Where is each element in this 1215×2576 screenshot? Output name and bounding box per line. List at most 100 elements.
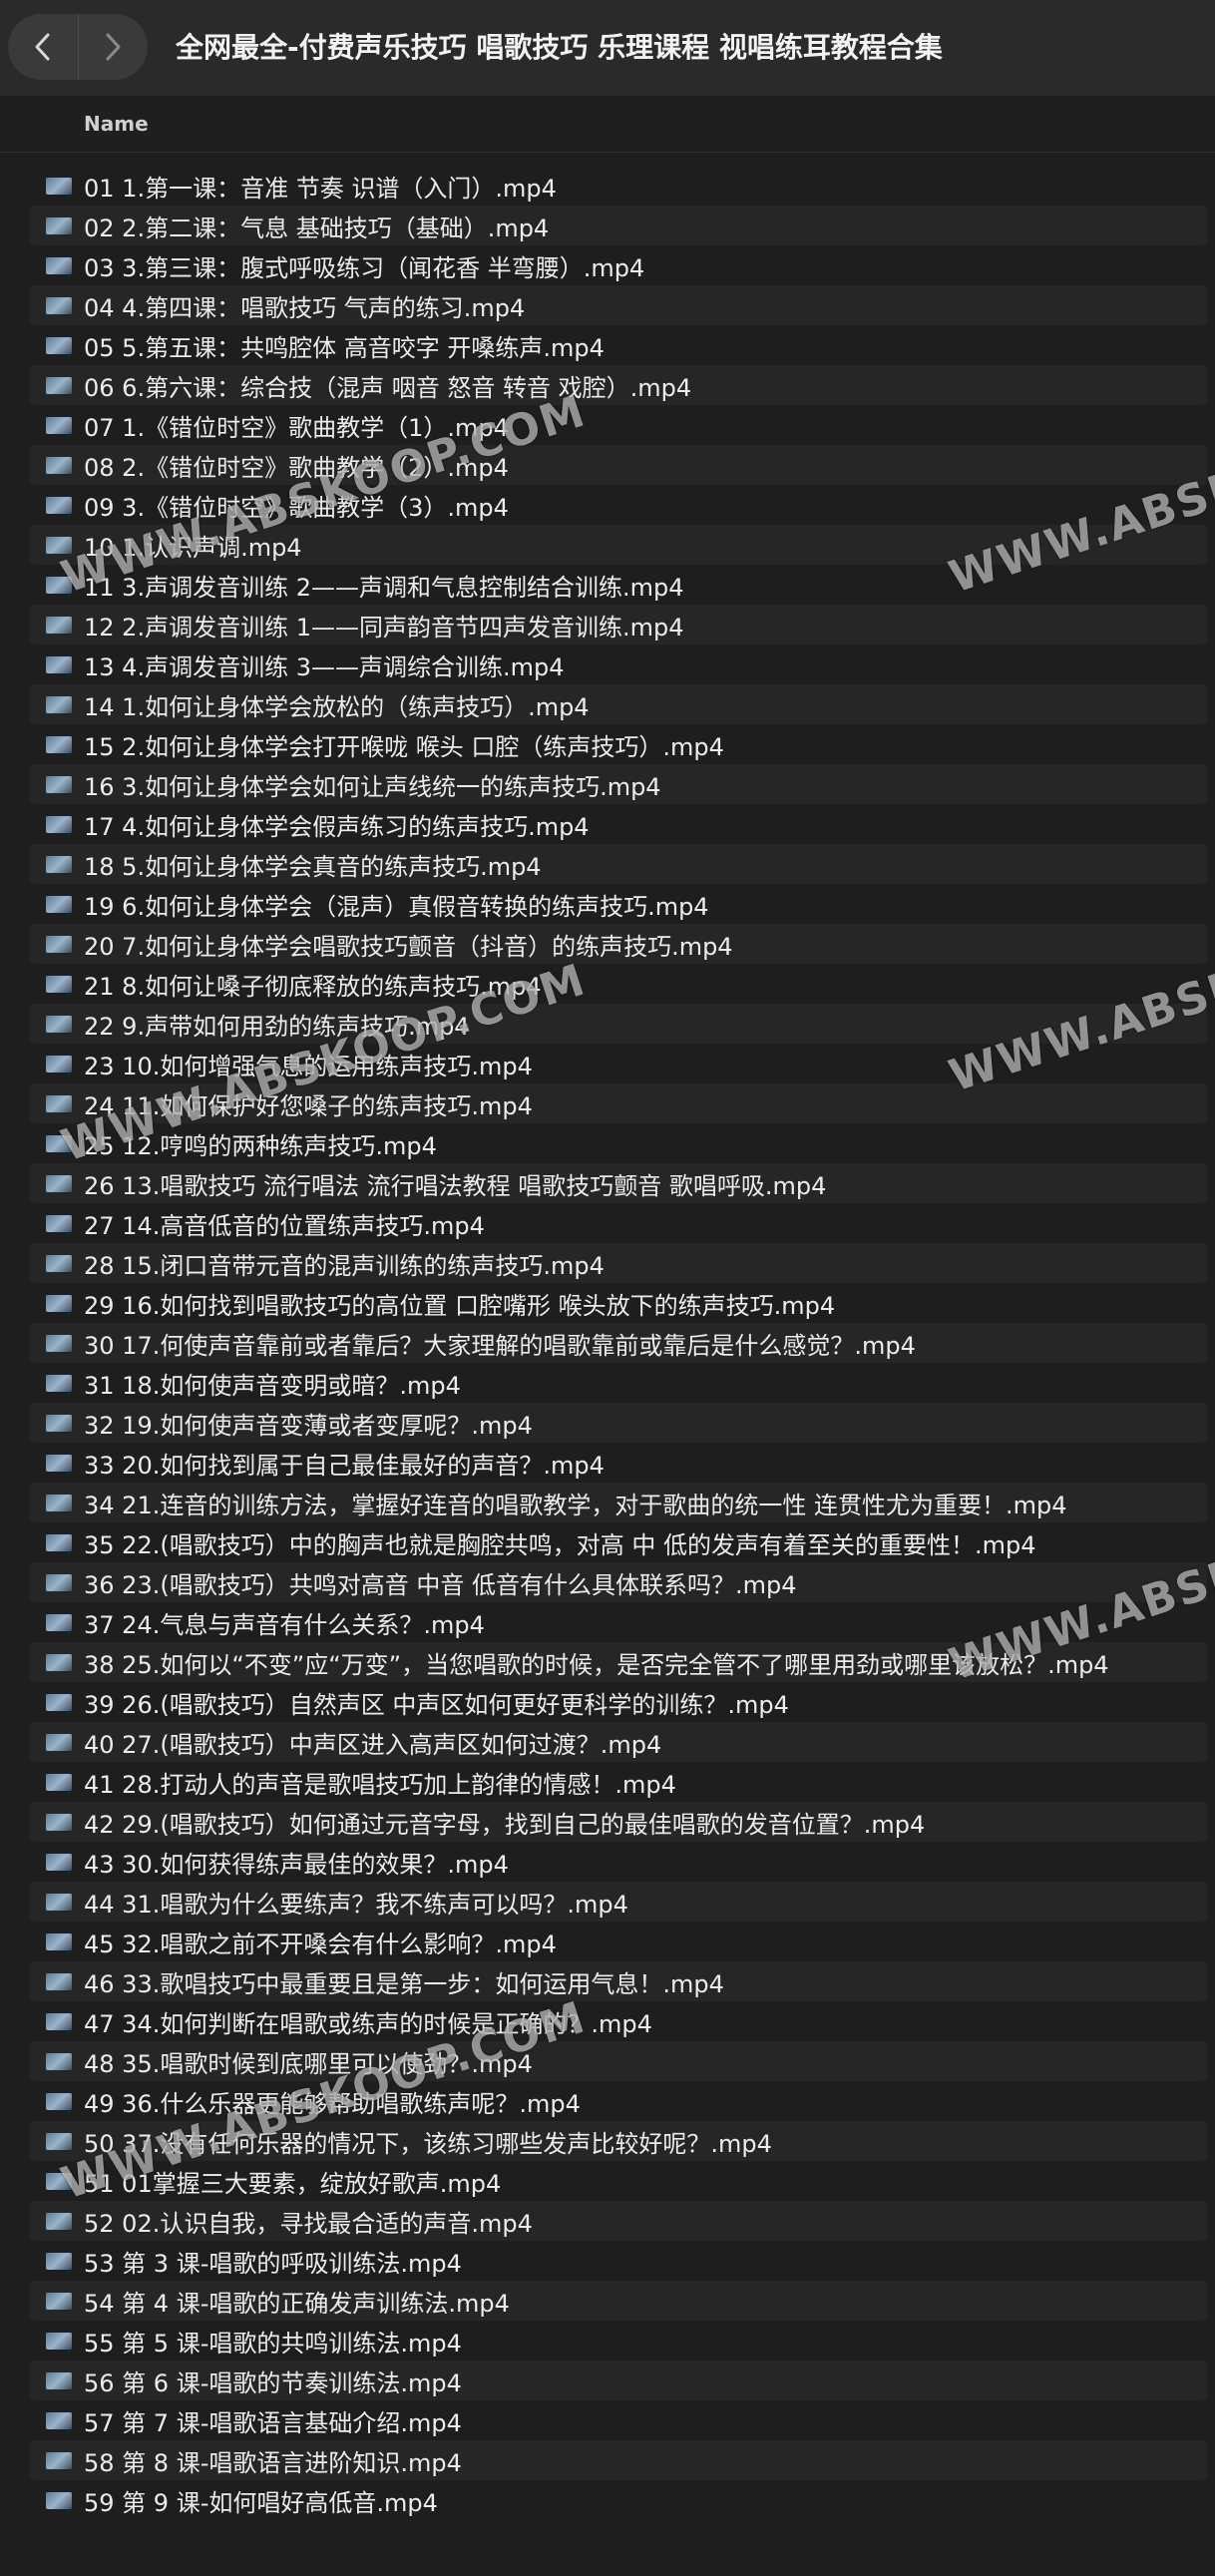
file-row[interactable]: 31 18.如何使声音变明或暗？.mp4 [30,1363,1207,1403]
video-thumbnail-icon [46,177,72,195]
video-thumbnail-icon [46,2332,72,2350]
file-name: 35 22.(唱歌技巧）中的胸声也就是胸腔共鸣，对高 中 低的发声有着至关的重要… [84,1530,1036,1559]
file-row[interactable]: 36 23.(唱歌技巧）共鸣对高音 中音 低音有什么具体联系吗？.mp4 [30,1562,1207,1602]
file-row[interactable]: 26 13.唱歌技巧 流行唱法 流行唱法教程 唱歌技巧颤音 歌唱呼吸.mp4 [30,1163,1207,1203]
video-thumbnail-icon [46,2491,72,2509]
file-name: 44 31.唱歌为什么要练声？我不练声可以吗？.mp4 [84,1890,628,1919]
file-row[interactable]: 21 8.如何让嗓子彻底释放的练声技巧.mp4 [30,964,1207,1004]
file-name: 58 第 8 课-唱歌语言进阶知识.mp4 [84,2448,462,2477]
file-row[interactable]: 06 6.第六课：综合技（混声 咽音 怒音 转音 戏腔）.mp4 [30,365,1207,405]
file-row[interactable]: 16 3.如何让身体学会如何让声线统一的练声技巧.mp4 [30,764,1207,804]
file-row[interactable]: 02 2.第二课：气息 基础技巧（基础）.mp4 [30,206,1207,245]
file-row[interactable]: 29 16.如何找到唱歌技巧的高位置 口腔嘴形 喉头放下的练声技巧.mp4 [30,1283,1207,1323]
file-row[interactable]: 56 第 6 课-唱歌的节奏训练法.mp4 [30,2361,1207,2400]
video-thumbnail-icon [46,2292,72,2310]
chevron-left-icon [35,33,50,61]
video-thumbnail-icon [46,975,72,993]
file-row[interactable]: 57 第 7 课-唱歌语言基础介绍.mp4 [30,2400,1207,2440]
video-thumbnail-icon [46,456,72,474]
file-row[interactable]: 45 32.唱歌之前不开嗓会有什么影响？.mp4 [30,1922,1207,1961]
file-row[interactable]: 19 6.如何让身体学会（混声）真假音转换的练声技巧.mp4 [30,884,1207,924]
file-name: 27 14.高音低音的位置练声技巧.mp4 [84,1211,485,1240]
file-name: 17 4.如何让身体学会假声练习的练声技巧.mp4 [84,812,590,841]
file-row[interactable]: 01 1.第一课：音准 节奏 识谱（入门）.mp4 [30,166,1207,206]
chevron-right-icon [106,33,121,61]
file-row[interactable]: 53 第 3 课-唱歌的呼吸训练法.mp4 [30,2241,1207,2281]
toolbar: 全网最全-付费声乐技巧 唱歌技巧 乐理课程 视唱练耳教程合集 [0,0,1215,96]
file-row[interactable]: 32 19.如何使声音变薄或者变厚呢？.mp4 [30,1403,1207,1443]
file-name: 34 21.连音的训练方法，掌握好连音的唱歌教学，对于歌曲的统一性 连贯性尤为重… [84,1491,1067,1519]
file-row[interactable]: 08 2.《错位时空》歌曲教学（2）.mp4 [30,445,1207,485]
file-name: 30 17.何使声音靠前或者靠后？大家理解的唱歌靠前或靠后是什么感觉？.mp4 [84,1331,916,1360]
file-name: 29 16.如何找到唱歌技巧的高位置 口腔嘴形 喉头放下的练声技巧.mp4 [84,1291,836,1320]
file-row[interactable]: 14 1.如何让身体学会放松的（练声技巧）.mp4 [30,684,1207,724]
file-row[interactable]: 05 5.第五课：共鸣腔体 高音咬字 开嗓练声.mp4 [30,325,1207,365]
file-row[interactable]: 25 12.哼鸣的两种练声技巧.mp4 [30,1123,1207,1163]
file-row[interactable]: 17 4.如何让身体学会假声练习的练声技巧.mp4 [30,804,1207,844]
file-row[interactable]: 34 21.连音的训练方法，掌握好连音的唱歌教学，对于歌曲的统一性 连贯性尤为重… [30,1483,1207,1522]
file-row[interactable]: 03 3.第三课：腹式呼吸练习（闻花香 半弯腰）.mp4 [30,245,1207,285]
file-row[interactable]: 39 26.(唱歌技巧）自然声区 中声区如何更好更科学的训练？.mp4 [30,1682,1207,1722]
video-thumbnail-icon [46,1653,72,1671]
video-thumbnail-icon [46,815,72,833]
video-thumbnail-icon [46,1932,72,1950]
file-row[interactable]: 18 5.如何让身体学会真音的练声技巧.mp4 [30,844,1207,884]
file-name: 31 18.如何使声音变明或暗？.mp4 [84,1371,461,1400]
file-row[interactable]: 52 02.认识自我，寻找最合适的声音.mp4 [30,2201,1207,2241]
file-name: 40 27.(唱歌技巧）中声区进入高声区如何过渡？.mp4 [84,1730,662,1759]
file-name: 42 29.(唱歌技巧）如何通过元音字母，找到自己的最佳唱歌的发音位置？.mp4 [84,1810,926,1839]
video-thumbnail-icon [46,1374,72,1392]
file-row[interactable]: 46 33.歌唱技巧中最重要且是第一步：如何运用气息！.mp4 [30,1961,1207,2001]
video-thumbnail-icon [46,895,72,913]
file-row[interactable]: 12 2.声调发音训练 1——同声韵音节四声发音训练.mp4 [30,605,1207,644]
file-row[interactable]: 27 14.高音低音的位置练声技巧.mp4 [30,1203,1207,1243]
video-thumbnail-icon [46,935,72,953]
video-thumbnail-icon [46,616,72,634]
name-column-header[interactable]: Name [84,112,149,136]
video-thumbnail-icon [46,1015,72,1033]
video-thumbnail-icon [46,2092,72,2110]
file-name: 12 2.声调发音训练 1——同声韵音节四声发音训练.mp4 [84,613,684,642]
file-row[interactable]: 15 2.如何让身体学会打开喉咙 喉头 口腔（练声技巧）.mp4 [30,724,1207,764]
file-row[interactable]: 40 27.(唱歌技巧）中声区进入高声区如何过渡？.mp4 [30,1722,1207,1762]
video-thumbnail-icon [46,2212,72,2230]
file-row[interactable]: 59 第 9 课-如何唱好高低音.mp4 [30,2480,1207,2520]
video-thumbnail-icon [46,1613,72,1631]
file-row[interactable]: 42 29.(唱歌技巧）如何通过元音字母，找到自己的最佳唱歌的发音位置？.mp4 [30,1802,1207,1842]
video-thumbnail-icon [46,496,72,514]
column-header[interactable]: Name [0,96,1215,153]
forward-button[interactable] [77,14,149,80]
file-row[interactable]: 07 1.《错位时空》歌曲教学（1）.mp4 [30,405,1207,445]
video-thumbnail-icon [46,376,72,394]
file-row[interactable]: 55 第 5 课-唱歌的共鸣训练法.mp4 [30,2321,1207,2361]
file-row[interactable]: 48 35.唱歌时候到底哪里可以使劲？.mp4 [30,2041,1207,2081]
file-name: 32 19.如何使声音变薄或者变厚呢？.mp4 [84,1411,533,1440]
file-row[interactable]: 41 28.打动人的声音是歌唱技巧加上韵律的情感！.mp4 [30,1762,1207,1802]
file-name: 37 24.气息与声音有什么关系？.mp4 [84,1610,485,1639]
video-thumbnail-icon [46,2451,72,2469]
file-row[interactable]: 20 7.如何让身体学会唱歌技巧颤音（抖音）的练声技巧.mp4 [30,924,1207,964]
file-name: 20 7.如何让身体学会唱歌技巧颤音（抖音）的练声技巧.mp4 [84,932,733,961]
video-thumbnail-icon [46,695,72,713]
file-name: 39 26.(唱歌技巧）自然声区 中声区如何更好更科学的训练？.mp4 [84,1690,789,1719]
file-row[interactable]: 44 31.唱歌为什么要练声？我不练声可以吗？.mp4 [30,1882,1207,1922]
file-name: 03 3.第三课：腹式呼吸练习（闻花香 半弯腰）.mp4 [84,253,645,282]
video-thumbnail-icon [46,2012,72,2030]
video-thumbnail-icon [46,855,72,873]
file-row[interactable]: 43 30.如何获得练声最佳的效果？.mp4 [30,1842,1207,1882]
file-row[interactable]: 28 15.闭口音带元音的混声训练的练声技巧.mp4 [30,1243,1207,1283]
file-row[interactable]: 13 4.声调发音训练 3——声调综合训练.mp4 [30,644,1207,684]
file-name: 45 32.唱歌之前不开嗓会有什么影响？.mp4 [84,1930,557,1958]
file-row[interactable]: 54 第 4 课-唱歌的正确发声训练法.mp4 [30,2281,1207,2321]
file-row[interactable]: 51 01掌握三大要素，绽放好歌声.mp4 [30,2161,1207,2201]
file-name: 36 23.(唱歌技巧）共鸣对高音 中音 低音有什么具体联系吗？.mp4 [84,1570,797,1599]
video-thumbnail-icon [46,735,72,753]
video-thumbnail-icon [46,2371,72,2389]
file-row[interactable]: 30 17.何使声音靠前或者靠后？大家理解的唱歌靠前或靠后是什么感觉？.mp4 [30,1323,1207,1363]
file-row[interactable]: 33 20.如何找到属于自己最佳最好的声音？.mp4 [30,1443,1207,1483]
file-row[interactable]: 58 第 8 课-唱歌语言进阶知识.mp4 [30,2440,1207,2480]
back-button[interactable] [8,14,78,80]
file-row[interactable]: 35 22.(唱歌技巧）中的胸声也就是胸腔共鸣，对高 中 低的发声有着至关的重要… [30,1522,1207,1562]
file-row[interactable]: 47 34.如何判断在唱歌或练声的时候是正确的？.mp4 [30,2001,1207,2041]
file-row[interactable]: 04 4.第四课：唱歌技巧 气声的练习.mp4 [30,285,1207,325]
